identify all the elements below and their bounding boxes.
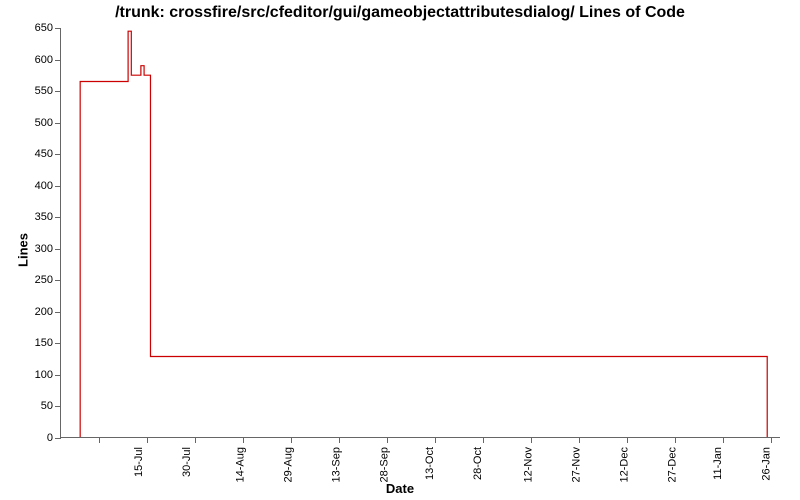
x-tick [435,437,436,443]
x-tick [243,437,244,443]
series-line [80,31,767,437]
y-tick-label: 650 [35,22,61,34]
x-tick [291,437,292,443]
y-tick-label: 400 [35,180,61,192]
x-tick-label: 11-Jan [712,447,724,480]
x-tick [99,437,100,443]
x-tick [627,437,628,443]
x-tick-label: 27-Nov [571,447,583,482]
x-tick [675,437,676,443]
chart-container: /trunk: crossfire/src/cfeditor/gui/gameo… [0,0,800,500]
y-tick-label: 0 [47,432,61,444]
y-axis-label: Lines [15,233,30,267]
x-tick [483,437,484,443]
x-tick [387,437,388,443]
x-axis-label: Date [0,481,800,496]
plot-svg [61,28,780,437]
x-tick-label: 26-Jan [761,447,773,481]
x-tick [723,437,724,443]
x-tick [579,437,580,443]
x-tick [531,437,532,443]
x-tick [147,437,148,443]
x-tick-label: 28-Sep [379,447,391,482]
plot-area: 0501001502002503003504004505005506006501… [60,28,780,438]
x-tick [339,437,340,443]
x-tick-label: 13-Oct [424,447,436,480]
y-tick-label: 150 [35,337,61,349]
y-tick-label: 200 [35,306,61,318]
x-tick-label: 12-Dec [619,447,631,482]
x-tick-label: 15-Jul [133,447,145,477]
y-tick-label: 300 [35,243,61,255]
y-tick-label: 50 [41,400,61,412]
y-tick-label: 250 [35,274,61,286]
y-tick-label: 100 [35,369,61,381]
y-tick-label: 350 [35,211,61,223]
y-tick-label: 500 [35,117,61,129]
x-tick-label: 27-Dec [667,447,679,482]
x-tick-label: 30-Jul [181,447,193,477]
x-tick-label: 13-Sep [331,447,343,482]
y-tick-label: 600 [35,54,61,66]
x-tick [771,437,772,443]
y-tick-label: 550 [35,85,61,97]
x-tick-label: 14-Aug [235,447,247,482]
x-tick-label: 12-Nov [523,447,535,482]
x-tick [195,437,196,443]
x-tick-label: 28-Oct [472,447,484,480]
x-tick-label: 29-Aug [283,447,295,482]
y-tick-label: 450 [35,148,61,160]
chart-title: /trunk: crossfire/src/cfeditor/gui/gameo… [0,4,800,22]
